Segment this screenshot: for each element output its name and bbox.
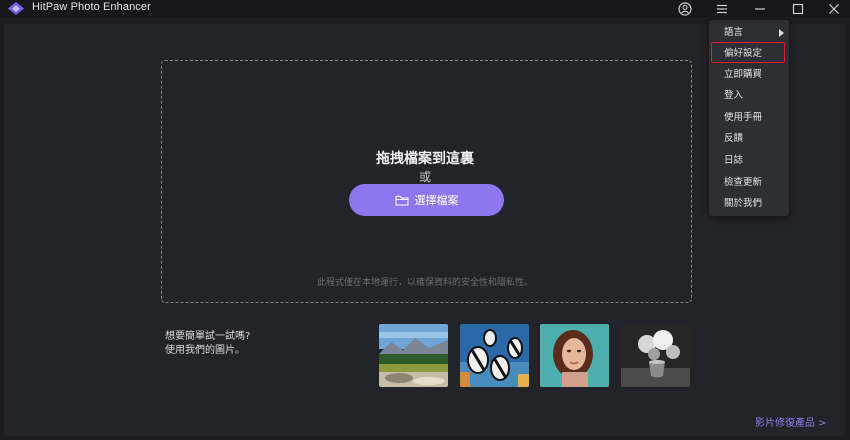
sample-prompt-line2: 使用我們的圖片。 <box>165 345 245 356</box>
video-enhancer-link[interactable]: 影片修復產品 > <box>755 414 827 429</box>
landscape-sample[interactable] <box>379 324 448 387</box>
menu-item-log[interactable]: 日誌 <box>709 150 789 171</box>
portrait-sample[interactable] <box>540 324 609 387</box>
menu-item-feedback[interactable]: 反饋 <box>709 128 789 149</box>
submenu-arrow-icon <box>779 29 784 37</box>
menu-item-check-update[interactable]: 檢查更新 <box>709 172 789 193</box>
app-window: HitPaw Photo Enhancer 拖拽檔案到這裏 或 選擇檔案 此程式… <box>0 0 850 440</box>
menu-item-user-guide[interactable]: 使用手冊 <box>709 107 789 128</box>
account-icon[interactable] <box>672 0 698 17</box>
menu-icon[interactable] <box>709 0 735 17</box>
minimize-icon[interactable] <box>747 0 773 17</box>
menu-item-language[interactable]: 語言 <box>709 22 789 43</box>
sample-prompt-line1: 想要簡單試一試嗎? <box>165 331 251 342</box>
sample-prompt: 想要簡單試一試嗎? 使用我們的圖片。 <box>165 330 250 358</box>
fish-sample[interactable] <box>460 324 529 387</box>
choose-file-button[interactable]: 選擇檔案 <box>349 184 504 216</box>
folder-icon <box>394 195 409 206</box>
title-bar: HitPaw Photo Enhancer <box>0 0 850 17</box>
menu-item-login[interactable]: 登入 <box>709 85 789 106</box>
choose-file-label: 選擇檔案 <box>414 194 459 207</box>
hitpaw-logo-icon <box>8 2 24 15</box>
maximize-icon[interactable] <box>785 0 811 17</box>
menu-item-preferences[interactable]: 偏好設定 <box>711 42 785 63</box>
menu-item-about[interactable]: 關於我們 <box>709 193 789 214</box>
flower-vase-sample[interactable] <box>621 324 690 387</box>
app-title: HitPaw Photo Enhancer <box>32 1 151 13</box>
menu-item-buy-now[interactable]: 立即購買 <box>709 64 789 85</box>
privacy-note: 此程式僅在本地運行，以確保資料的安全性和隱私性。 <box>316 278 533 288</box>
main-dropdown-menu: 語言 偏好設定 立即購買 登入 使用手冊 反饋 日誌 檢查更新 關於我們 <box>709 20 789 216</box>
close-icon[interactable] <box>821 0 847 17</box>
